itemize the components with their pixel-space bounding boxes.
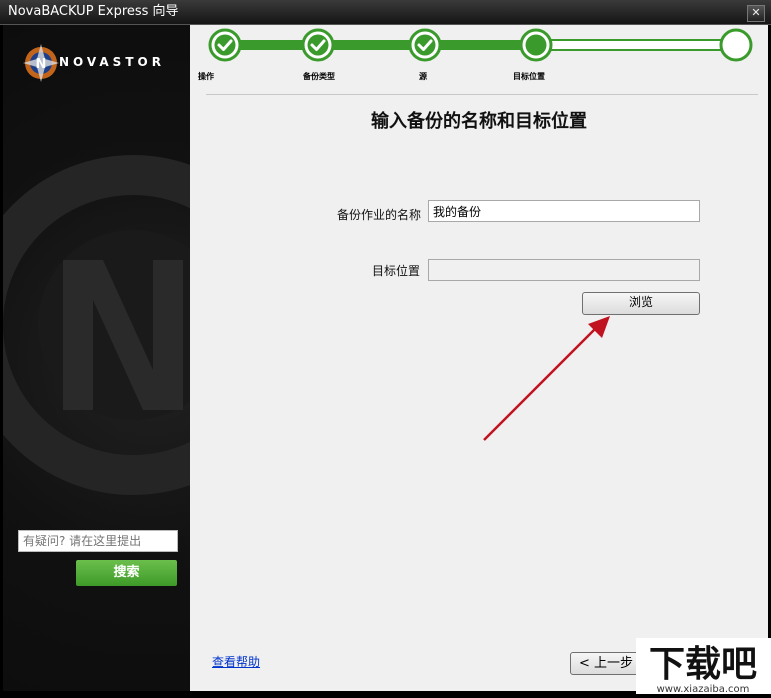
page-title: 输入备份的名称和目标位置: [371, 111, 587, 132]
wizard-progress: 操作 备份类型 源 目标位置: [190, 25, 768, 95]
destination-field[interactable]: [428, 259, 700, 281]
background-emblem-icon: [3, 155, 190, 495]
watermark: 下载吧 www.xiazaiba.com: [636, 638, 771, 695]
step-4-current-icon: [519, 28, 553, 62]
sidebar: N NOVASTOR 搜索: [3, 25, 190, 691]
logo-text: NOVASTOR: [59, 55, 165, 69]
job-name-field[interactable]: [428, 200, 700, 222]
question-search-input[interactable]: [18, 530, 178, 552]
step-label-operation: 操作: [198, 72, 214, 81]
logo-glyph: N: [36, 57, 47, 72]
title-bar: NovaBACKUP Express 向导 ✕: [0, 0, 771, 25]
progress-track: [208, 28, 753, 62]
close-button[interactable]: ✕: [747, 5, 765, 22]
step-1-done-icon: [208, 28, 242, 62]
window-title: NovaBACKUP Express 向导: [8, 4, 179, 19]
step-3-done-icon: [408, 28, 442, 62]
destination-label: 目标位置: [372, 264, 421, 278]
step-label-source: 源: [419, 72, 427, 81]
view-help-link[interactable]: 查看帮助: [212, 653, 260, 670]
step-label-backup-type: 备份类型: [303, 72, 335, 81]
step-5-pending-icon: [719, 28, 753, 62]
search-button[interactable]: 搜索: [76, 560, 177, 586]
watermark-logo-text: 下载吧: [649, 644, 757, 685]
wizard-window: NovaBACKUP Express 向导 ✕ N NOVASTOR 搜索: [0, 0, 771, 695]
job-name-label: 备份作业的名称: [337, 208, 422, 222]
annotation-arrow-icon: [483, 316, 610, 441]
divider: [206, 94, 758, 95]
step-label-destination: 目标位置: [513, 72, 545, 81]
watermark-url: www.xiazaiba.com: [657, 684, 750, 694]
wizard-content: 操作 备份类型 源 目标位置 输入备份的名称和目标位置 备份作业的名称 目标位置…: [190, 25, 768, 691]
step-2-done-icon: [301, 28, 335, 62]
